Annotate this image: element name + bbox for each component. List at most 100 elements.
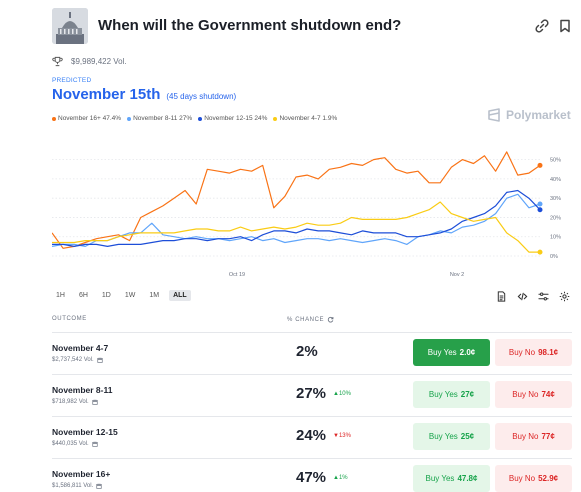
buy-no-price: 74¢ bbox=[541, 390, 555, 399]
legend-item: November 8-11 27% bbox=[127, 115, 192, 122]
document-icon[interactable] bbox=[496, 291, 507, 302]
outcome-name: November 4-7 bbox=[52, 343, 109, 353]
range-tab-all[interactable]: ALL bbox=[169, 290, 191, 301]
buy-no-label: Buy No bbox=[508, 348, 536, 357]
legend-item: November 4-7 1.9% bbox=[273, 115, 337, 122]
outcome-chance: 27% bbox=[296, 385, 327, 402]
buy-yes-label: Buy Yes bbox=[428, 432, 458, 441]
trophy-icon bbox=[52, 56, 63, 66]
capitol-thumbnail bbox=[52, 8, 88, 44]
legend-label: November 12-15 24% bbox=[204, 115, 268, 122]
buy-no-button[interactable]: Buy No 98.1¢ bbox=[495, 339, 572, 366]
legend-label: November 4-7 1.9% bbox=[279, 115, 338, 122]
outcome-column-header: OUTCOME bbox=[52, 316, 87, 322]
buy-yes-button[interactable]: Buy Yes 25¢ bbox=[413, 423, 490, 450]
time-range-tabs: 1H 6H 1D 1W 1M ALL bbox=[52, 290, 191, 301]
buy-no-button[interactable]: Buy No 77¢ bbox=[495, 423, 572, 450]
series-endpoint bbox=[537, 162, 543, 168]
range-tab-1w[interactable]: 1W bbox=[121, 290, 140, 301]
legend-dot bbox=[127, 116, 132, 121]
chance-column-label: % CHANCE bbox=[287, 316, 325, 323]
outcome-change: ▼13% bbox=[333, 433, 351, 439]
predicted-label: PREDICTED bbox=[52, 77, 92, 84]
buy-yes-button[interactable]: Buy Yes 47.8¢ bbox=[413, 465, 490, 492]
outcome-volume-text: $718,982 Vol. bbox=[52, 399, 89, 405]
buy-yes-price: 47.8¢ bbox=[457, 474, 478, 483]
chart-tools bbox=[496, 291, 570, 302]
series-endpoint bbox=[537, 207, 543, 213]
legend-item: November 16+ 47.4% bbox=[52, 115, 121, 122]
series-endpoint bbox=[537, 249, 543, 255]
legend-dot bbox=[198, 116, 203, 121]
buy-yes-label: Buy Yes bbox=[425, 474, 455, 483]
y-tick-label: 10% bbox=[550, 235, 561, 241]
legend-label: November 8-11 27% bbox=[133, 115, 193, 122]
outcome-row[interactable]: November 8-11 $718,982 Vol. 27% ▲10% Buy Yes… bbox=[52, 374, 572, 415]
legend-item: November 12-15 24% bbox=[198, 115, 267, 122]
outcome-volume-text: $440,035 Vol. bbox=[52, 441, 89, 447]
market-title: When will the Government shutdown end? bbox=[98, 17, 402, 34]
buy-no-price: 77¢ bbox=[541, 432, 555, 441]
y-tick-label: 40% bbox=[550, 177, 561, 183]
calendar-icon bbox=[92, 441, 98, 447]
outcome-volume: $440,035 Vol. bbox=[52, 441, 98, 447]
outcome-name: November 16+ bbox=[52, 469, 111, 479]
sliders-icon[interactable] bbox=[538, 291, 549, 302]
outcome-row[interactable]: November 12-15 $440,035 Vol. 24% ▼13% Buy Ye… bbox=[52, 416, 572, 457]
buy-yes-button[interactable]: Buy Yes 2.0¢ bbox=[413, 339, 490, 366]
outcome-change: ▲10% bbox=[333, 391, 351, 397]
legend-label: November 16+ 47.4% bbox=[58, 115, 122, 122]
outcome-volume: $1,586,811 Vol. bbox=[52, 483, 102, 489]
series-endpoint bbox=[537, 201, 543, 207]
buy-yes-button[interactable]: Buy Yes 27¢ bbox=[413, 381, 490, 408]
calendar-icon bbox=[97, 357, 103, 363]
buy-yes-label: Buy Yes bbox=[427, 348, 457, 357]
y-tick-label: 50% bbox=[550, 158, 561, 164]
range-tab-1d[interactable]: 1D bbox=[98, 290, 115, 301]
range-tab-1m[interactable]: 1M bbox=[145, 290, 163, 301]
buy-no-label: Buy No bbox=[512, 390, 539, 399]
price-history-chart[interactable]: 50% 40% 30% 20% 10% 0% Oct 19 Nov 2 bbox=[52, 138, 572, 283]
code-icon[interactable] bbox=[517, 291, 528, 302]
outcome-row[interactable]: November 4-7 $2,737,542 Vol. 2% Buy Yes 2.0¢… bbox=[52, 332, 572, 373]
x-tick-label: Oct 19 bbox=[229, 272, 245, 278]
range-tab-1h[interactable]: 1H bbox=[52, 290, 69, 301]
total-volume: $9,989,422 Vol. bbox=[52, 54, 127, 68]
outcome-name: November 8-11 bbox=[52, 385, 113, 395]
polymarket-logo: Polymarket bbox=[487, 108, 571, 122]
buy-yes-price: 27¢ bbox=[460, 390, 475, 399]
outcome-chance: 47% bbox=[296, 469, 327, 486]
outcome-volume-text: $1,586,811 Vol. bbox=[52, 483, 94, 489]
bookmark-icon[interactable] bbox=[557, 18, 573, 34]
calendar-icon bbox=[92, 399, 98, 405]
outcome-row[interactable]: November 16+ $1,586,811 Vol. 47% ▲1% Buy Yes… bbox=[52, 458, 572, 492]
y-tick-label: 30% bbox=[550, 196, 561, 202]
total-volume-text: $9,989,422 Vol. bbox=[71, 56, 127, 66]
buy-no-button[interactable]: Buy No 52.9¢ bbox=[495, 465, 572, 492]
outcome-volume: $2,737,542 Vol. bbox=[52, 357, 103, 363]
outcome-chance: 2% bbox=[296, 343, 318, 360]
link-icon[interactable] bbox=[534, 18, 550, 34]
predicted-row: November 15th (45 days shutdown) bbox=[52, 86, 236, 103]
brand-name: Polymarket bbox=[506, 108, 571, 122]
buy-no-label: Buy No bbox=[512, 432, 539, 441]
y-tick-label: 20% bbox=[550, 215, 561, 221]
buy-no-button[interactable]: Buy No 74¢ bbox=[495, 381, 572, 408]
legend-dot bbox=[273, 116, 278, 121]
outcome-volume-text: $2,737,542 Vol. bbox=[52, 357, 94, 363]
gear-icon[interactable] bbox=[559, 291, 570, 302]
calendar-icon bbox=[96, 483, 102, 489]
buy-no-price: 98.1¢ bbox=[538, 348, 559, 357]
buy-yes-price: 25¢ bbox=[460, 432, 475, 441]
outcome-name: November 12-15 bbox=[52, 427, 118, 437]
buy-yes-price: 2.0¢ bbox=[459, 348, 476, 357]
predicted-sub: (45 days shutdown) bbox=[166, 92, 237, 101]
predicted-value: November 15th bbox=[52, 86, 161, 103]
refresh-icon[interactable] bbox=[327, 316, 334, 323]
buy-no-label: Buy No bbox=[508, 474, 536, 483]
buy-yes-label: Buy Yes bbox=[428, 390, 458, 399]
chart-legend: November 16+ 47.4% November 8-11 27% Novem… bbox=[52, 115, 337, 122]
range-tab-6h[interactable]: 6H bbox=[75, 290, 92, 301]
outcome-volume: $718,982 Vol. bbox=[52, 399, 98, 405]
chance-column-header: % CHANCE bbox=[287, 316, 334, 323]
